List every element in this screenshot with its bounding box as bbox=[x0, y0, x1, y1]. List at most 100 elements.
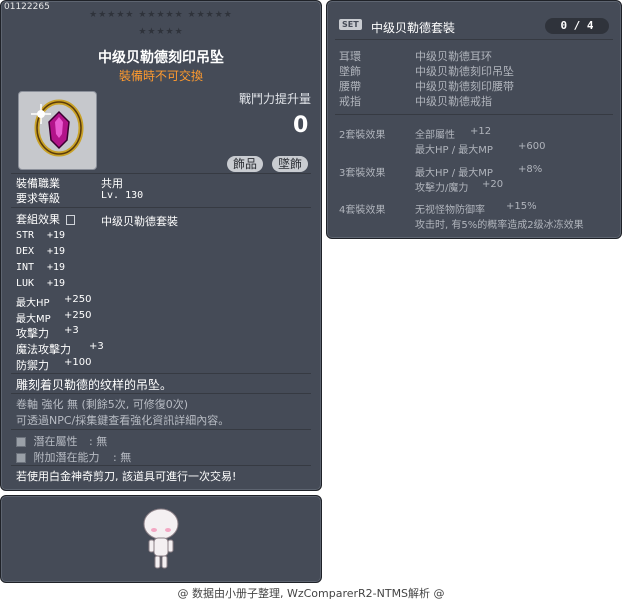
job-label: 裝備職業 bbox=[16, 177, 60, 190]
item-name: 中级贝勒德刻印吊坠 bbox=[98, 50, 224, 66]
divider bbox=[335, 39, 613, 40]
stat-label: 最大HP bbox=[16, 298, 50, 309]
stat-label: 防禦力 bbox=[16, 359, 49, 372]
stat-label: INT bbox=[16, 262, 35, 273]
star-force-row-1: ★★★★★ ★★★★★ ★★★★★ bbox=[89, 10, 233, 20]
stat-luk: LUK +19 bbox=[16, 278, 65, 289]
divider bbox=[11, 373, 311, 374]
set-effect-row: 套組效果 bbox=[16, 211, 75, 227]
scissors-note: 若使用白金神奇剪刀, 該道具可進行一次交易! bbox=[16, 470, 237, 483]
set-part-slot: 墜飾 bbox=[339, 65, 361, 78]
set-part-name: 中级贝勒德戒指 bbox=[415, 95, 492, 108]
potential-value: : 無 bbox=[89, 435, 108, 448]
stat-max-hp: 最大HP +250 bbox=[16, 294, 91, 309]
stat-value: +250 bbox=[64, 294, 92, 305]
stat-value: +19 bbox=[47, 262, 66, 273]
set-effect-2-label: 2套裝效果 bbox=[339, 130, 386, 141]
set-effect-4-label: 4套裝效果 bbox=[339, 205, 386, 216]
bonus-potential-row: 附加潛在能力 : 無 bbox=[16, 449, 131, 465]
set-effect-line: 最大HP / 最大MP +8% bbox=[415, 164, 542, 179]
stat-value: +19 bbox=[47, 230, 66, 241]
pendant-icon bbox=[31, 99, 84, 157]
bonus-potential-label: 附加潛在能力 bbox=[33, 451, 100, 464]
effect-text: 最大HP / 最大MP bbox=[415, 145, 493, 156]
divider bbox=[11, 429, 311, 430]
set-tag: SET bbox=[339, 19, 362, 30]
divider bbox=[11, 465, 311, 466]
copy-icon[interactable] bbox=[65, 215, 75, 225]
bonus-potential-value: : 無 bbox=[113, 451, 132, 464]
set-title: 中级贝勒德套裝 bbox=[371, 21, 456, 35]
set-effect-line: 最大HP / 最大MP +600 bbox=[415, 141, 545, 156]
effect-text: 攻擊力/魔力 bbox=[415, 183, 469, 194]
effect-value: +600 bbox=[518, 141, 546, 152]
divider bbox=[11, 207, 311, 208]
stat-magic-attack: 魔法攻擊力 +3 bbox=[16, 341, 104, 357]
effect-text: 最大HP / 最大MP bbox=[415, 168, 493, 179]
scroll-help: 可透過NPC/採集鍵查看強化資訊詳細內容。 bbox=[16, 414, 230, 427]
stat-defense: 防禦力 +100 bbox=[16, 357, 91, 373]
effect-value: +15% bbox=[506, 201, 537, 212]
effect-text: 攻击时, 有5%的概率造成2级冰冻效果 bbox=[415, 220, 584, 231]
set-effect-line: 攻擊力/魔力 +20 bbox=[415, 179, 503, 194]
stat-label: 攻擊力 bbox=[16, 327, 49, 340]
set-part-slot: 戒指 bbox=[339, 95, 361, 108]
set-part-name: 中级贝勒德刻印吊坠 bbox=[415, 65, 514, 78]
star-force-row-2: ★★★★★ bbox=[138, 27, 184, 37]
effect-text: 无视怪物防御率 bbox=[415, 205, 485, 216]
set-effect-line: 攻击时, 有5%的概率造成2级冰冻效果 bbox=[415, 216, 584, 231]
set-part-slot: 耳環 bbox=[339, 50, 361, 63]
bonus-potential-icon bbox=[16, 453, 26, 463]
potential-row: 潛在屬性 : 無 bbox=[16, 433, 107, 449]
character-preview-panel bbox=[0, 495, 322, 583]
effect-value: +8% bbox=[518, 164, 543, 175]
level-row: 要求等級 Lv. 130 bbox=[16, 190, 143, 206]
divider bbox=[11, 393, 311, 394]
effect-value: +20 bbox=[482, 179, 504, 190]
divider bbox=[335, 114, 613, 115]
set-part-name: 中级贝勒德刻印腰带 bbox=[415, 80, 514, 93]
category-badge-pendant: 墜飾 bbox=[272, 156, 309, 172]
category-badge-accessory: 飾品 bbox=[227, 156, 264, 172]
divider bbox=[11, 173, 311, 174]
level-value: Lv. 130 bbox=[101, 190, 144, 201]
stat-value: +250 bbox=[64, 310, 92, 321]
set-effect-panel: SET 中级贝勒德套裝 0 / 4 耳環 中级贝勒德耳环 墜飾 中级贝勒德刻印吊… bbox=[326, 0, 622, 239]
potential-label: 潛在屬性 bbox=[33, 435, 78, 448]
stat-value: +3 bbox=[64, 325, 79, 336]
stat-value: +19 bbox=[47, 246, 66, 257]
job-value: 共用 bbox=[101, 177, 123, 190]
set-name[interactable]: 中级贝勒德套裝 bbox=[101, 213, 178, 229]
stat-label: DEX bbox=[16, 246, 35, 257]
stat-value: +100 bbox=[64, 357, 92, 368]
stat-label: STR bbox=[16, 230, 35, 241]
set-effect-line: 全部屬性 +12 bbox=[415, 126, 491, 141]
set-effect-line: 无视怪物防御率 +15% bbox=[415, 201, 537, 216]
set-count-badge: 0 / 4 bbox=[545, 18, 609, 34]
untradeable-note: 裝備時不可交換 bbox=[118, 69, 203, 83]
stat-label: 魔法攻擊力 bbox=[16, 343, 71, 356]
stat-attack: 攻擊力 +3 bbox=[16, 325, 79, 341]
footer-credit: @ 数据由小册子整理, WzComparerR2-NTMS解析 @ bbox=[177, 587, 445, 600]
set-part-name: 中级贝勒德耳环 bbox=[415, 50, 492, 63]
stat-max-mp: 最大MP +250 bbox=[16, 310, 91, 325]
effect-value: +12 bbox=[470, 126, 492, 137]
set-effect-label: 套組效果 bbox=[16, 213, 60, 226]
set-effect-3-label: 3套裝效果 bbox=[339, 168, 386, 179]
item-tooltip-panel: 01122265 ★★★★★ ★★★★★ ★★★★★ ★★★★★ 中级贝勒德刻印… bbox=[0, 0, 322, 491]
stat-label: LUK bbox=[16, 278, 35, 289]
combat-power-value: 0 bbox=[293, 113, 309, 138]
combat-power-label: 戰鬥力提升量 bbox=[239, 92, 312, 106]
potential-icon bbox=[16, 437, 26, 447]
level-label: 要求等級 bbox=[16, 192, 60, 205]
effect-text: 全部屬性 bbox=[415, 130, 455, 141]
item-icon-box bbox=[18, 91, 97, 170]
job-row: 裝備職業 共用 bbox=[16, 175, 123, 191]
stat-value: +19 bbox=[47, 278, 66, 289]
character-preview-icon bbox=[143, 508, 179, 569]
stat-int: INT +19 bbox=[16, 262, 65, 273]
stat-dex: DEX +19 bbox=[16, 246, 65, 257]
item-description: 雕刻着贝勒德的纹样的吊坠。 bbox=[16, 378, 173, 392]
stat-label: 最大MP bbox=[16, 314, 51, 325]
stat-value: +3 bbox=[89, 341, 104, 352]
